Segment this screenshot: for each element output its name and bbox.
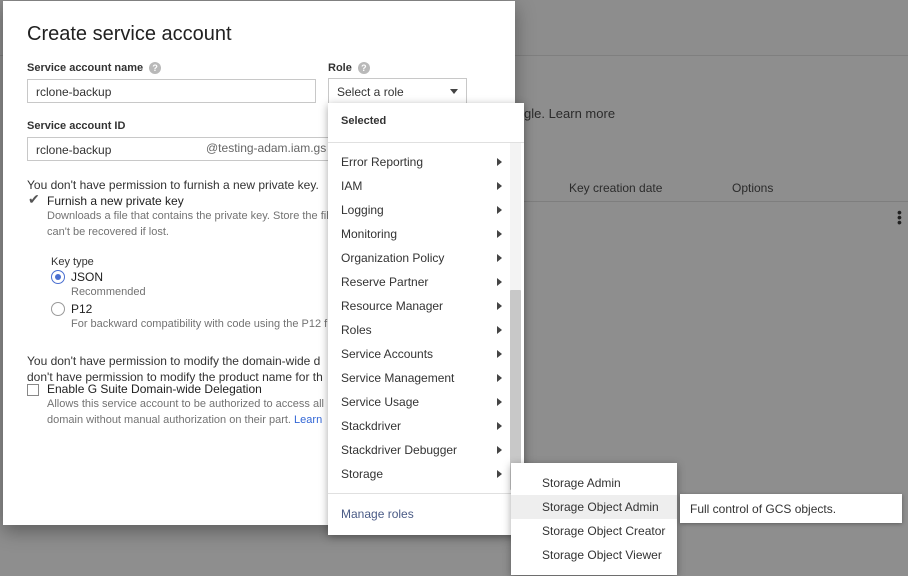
chevron-right-icon [497, 446, 502, 454]
more-vert-icon[interactable]: • • • [897, 205, 903, 229]
submenu-item-storage-object-admin[interactable]: Storage Object Admin [511, 495, 677, 519]
delegation-learn-link[interactable]: Learn [294, 414, 322, 426]
furnish-key-desc-1: Downloads a file that contains the priva… [47, 210, 329, 222]
furnish-key-desc-2: can't be recovered if lost. [47, 226, 169, 238]
role-select-value: Select a role [337, 85, 404, 99]
chevron-right-icon [497, 422, 502, 430]
menu-item-label: Monitoring [341, 227, 398, 241]
chevron-right-icon [497, 302, 502, 310]
column-options: Options [732, 181, 774, 195]
key-type-label: Key type [51, 256, 94, 268]
menu-item-label: Stackdriver [341, 419, 402, 433]
menu-item-iam[interactable]: IAM [328, 174, 510, 198]
key-type-json-desc: Recommended [71, 286, 146, 298]
chevron-right-icon [497, 230, 502, 238]
chevron-right-icon [497, 206, 502, 214]
menu-item-label: Resource Manager [341, 299, 444, 313]
storage-submenu: Storage Admin Storage Object Admin Stora… [511, 463, 677, 575]
delegation-label: Enable G Suite Domain-wide Delegation [47, 382, 262, 396]
delegation-checkbox[interactable] [27, 384, 39, 396]
role-select[interactable]: Select a role [328, 78, 467, 104]
furnish-key-checkbox[interactable]: ✔ [27, 191, 40, 207]
chevron-right-icon [497, 182, 502, 190]
check-icon: ✔ [28, 191, 40, 207]
manage-roles-link[interactable]: Manage roles [341, 507, 414, 521]
key-type-p12-label: P12 [71, 302, 93, 316]
submenu-item-storage-object-viewer[interactable]: Storage Object Viewer [511, 543, 677, 567]
chevron-right-icon [497, 278, 502, 286]
menu-item-stackdriver[interactable]: Stackdriver [328, 414, 510, 438]
menu-item-logging[interactable]: Logging [328, 198, 510, 222]
menu-divider [328, 142, 524, 143]
menu-item-label: Service Usage [341, 395, 420, 409]
table-header-divider [514, 201, 908, 202]
delegation-permission-msg-1: You don't have permission to modify the … [27, 354, 321, 368]
service-account-id-value: rclone-backup [36, 143, 112, 157]
menu-scrollbar[interactable] [510, 290, 521, 490]
key-type-json-label: JSON [71, 270, 104, 284]
key-type-p12-desc: For backward compatibility with code usi… [71, 318, 328, 330]
submenu-item-storage-admin[interactable]: Storage Admin [511, 471, 677, 495]
menu-item-resource-manager[interactable]: Resource Manager [328, 294, 510, 318]
menu-divider [328, 493, 524, 494]
role-dropdown-menu: Selected Error Reporting IAM Logging Mon… [328, 103, 524, 535]
menu-item-service-accounts[interactable]: Service Accounts [328, 342, 510, 366]
chevron-right-icon [497, 398, 502, 406]
menu-item-service-management[interactable]: Service Management [328, 366, 510, 390]
menu-item-label: Logging [341, 203, 384, 217]
delegation-desc-2: domain without manual authorization on t… [47, 414, 322, 426]
key-type-json-radio[interactable] [51, 270, 65, 284]
furnish-key-label: Furnish a new private key [47, 194, 184, 208]
menu-item-label: Error Reporting [341, 155, 424, 169]
service-account-id-label: Service account ID [27, 120, 126, 132]
menu-item-organization-policy[interactable]: Organization Policy [328, 246, 510, 270]
role-label-text: Role [328, 62, 352, 74]
chevron-right-icon [497, 254, 502, 262]
chevron-right-icon [497, 470, 502, 478]
chevron-right-icon [497, 374, 502, 382]
service-account-name-input[interactable]: rclone-backup [27, 79, 316, 103]
service-account-name-label: Service account name? [27, 62, 162, 75]
menu-item-reserve-partner[interactable]: Reserve Partner [328, 270, 510, 294]
menu-item-label: Service Management [341, 371, 455, 385]
menu-item-label: Roles [341, 323, 372, 337]
menu-item-label: Service Accounts [341, 347, 434, 361]
menu-item-label: Organization Policy [341, 251, 445, 265]
help-icon[interactable]: ? [149, 62, 162, 75]
chevron-right-icon [497, 350, 502, 358]
column-key-creation-date: Key creation date [569, 181, 663, 195]
menu-item-label: Stackdriver Debugger [341, 443, 458, 457]
menu-item-roles[interactable]: Roles [328, 318, 510, 342]
chevron-right-icon [497, 326, 502, 334]
selected-header: Selected [341, 115, 387, 127]
service-account-id-suffix: @testing-adam.iam.gs [206, 141, 327, 155]
menu-item-monitoring[interactable]: Monitoring [328, 222, 510, 246]
service-account-name-label-text: Service account name [27, 62, 144, 74]
menu-item-stackdriver-debugger[interactable]: Stackdriver Debugger [328, 438, 510, 462]
key-type-p12-radio[interactable] [51, 302, 65, 316]
chevron-right-icon [497, 158, 502, 166]
menu-item-label: Reserve Partner [341, 275, 429, 289]
key-permission-message: You don't have permission to furnish a n… [27, 178, 319, 192]
delegation-desc-1: Allows this service account to be author… [47, 398, 324, 410]
chevron-down-icon [450, 89, 458, 94]
role-description-tooltip: Full control of GCS objects. [680, 494, 902, 523]
menu-item-label: Storage [341, 467, 384, 481]
menu-item-storage[interactable]: Storage [328, 462, 510, 486]
dialog-title: Create service account [27, 23, 232, 45]
menu-item-label: IAM [341, 179, 363, 193]
background-learn-more[interactable]: gle. Learn more [524, 106, 615, 121]
menu-item-service-usage[interactable]: Service Usage [328, 390, 510, 414]
help-icon[interactable]: ? [357, 62, 370, 75]
role-label: Role? [328, 62, 370, 75]
menu-item-error-reporting[interactable]: Error Reporting [328, 150, 510, 174]
delegation-desc-2-text: domain without manual authorization on t… [47, 414, 291, 426]
submenu-item-storage-object-creator[interactable]: Storage Object Creator [511, 519, 677, 543]
